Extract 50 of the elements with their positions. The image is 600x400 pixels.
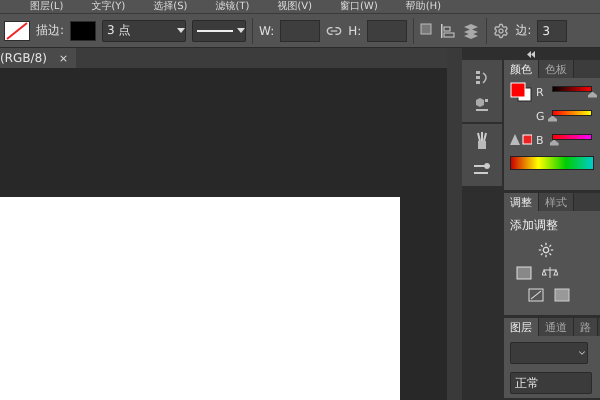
panel-tab[interactable]: 颜色 bbox=[504, 60, 539, 78]
blend-mode-dropdown[interactable]: 正常 bbox=[510, 372, 592, 394]
scale-icon[interactable] bbox=[542, 266, 558, 280]
tool-preset-swatch[interactable] bbox=[4, 20, 30, 40]
stroke-width-dropdown[interactable]: 3 点 bbox=[102, 20, 186, 42]
color-spectrum[interactable] bbox=[510, 156, 594, 170]
channel-slider[interactable] bbox=[550, 134, 594, 146]
caret-icon bbox=[237, 28, 246, 33]
width-label: W: bbox=[259, 24, 274, 38]
warning-icon bbox=[510, 134, 532, 146]
menu-item[interactable]: 图层(L) bbox=[30, 0, 64, 12]
collapse-icon[interactable] bbox=[526, 50, 536, 58]
panel-tab[interactable]: 样式 bbox=[539, 193, 574, 211]
stack-icon[interactable] bbox=[462, 22, 480, 38]
slider-thumb[interactable] bbox=[548, 116, 557, 122]
menu-item[interactable]: 帮助(H) bbox=[406, 0, 442, 12]
align-icon[interactable] bbox=[440, 22, 456, 38]
panel-title: 添加调整 bbox=[510, 217, 559, 234]
menu-item[interactable]: 窗口(W) bbox=[340, 0, 378, 12]
width-field[interactable] bbox=[280, 20, 320, 42]
panel-tab[interactable]: 通道 bbox=[539, 318, 574, 336]
panel-tab[interactable]: 图层 bbox=[504, 318, 539, 336]
channel-label: B bbox=[536, 134, 545, 146]
curve-icon[interactable] bbox=[528, 288, 544, 302]
channel-label: R bbox=[536, 86, 545, 98]
stroke-label: 描边: bbox=[36, 22, 64, 39]
menu-item[interactable]: 滤镜(T) bbox=[215, 0, 250, 12]
line-icon bbox=[197, 30, 234, 32]
caret-icon bbox=[177, 28, 186, 33]
channel-slider[interactable] bbox=[550, 110, 594, 122]
channel-slider[interactable] bbox=[550, 86, 594, 98]
edge-label: 边: bbox=[515, 22, 532, 39]
edge-field[interactable]: 3 bbox=[537, 20, 568, 42]
document-tab[interactable]: (RGB/8) × bbox=[0, 48, 76, 68]
height-label: H: bbox=[348, 24, 362, 38]
settings-icon[interactable] bbox=[493, 22, 510, 38]
stroke-color-swatch[interactable] bbox=[70, 20, 96, 40]
panel-tab[interactable]: 调整 bbox=[504, 193, 539, 211]
height-field[interactable] bbox=[367, 20, 408, 42]
foreground-swatch-drawing[interactable] bbox=[510, 82, 532, 102]
stroke-style-dropdown[interactable] bbox=[192, 20, 246, 42]
close-button[interactable]: × bbox=[58, 52, 68, 64]
menu-item[interactable]: 选择(S) bbox=[153, 0, 188, 12]
menu-item[interactable]: 视图(V) bbox=[277, 0, 312, 12]
slider-thumb[interactable] bbox=[588, 92, 597, 98]
menu-item[interactable]: 文字(Y) bbox=[91, 0, 126, 12]
channel-label: G bbox=[536, 110, 546, 122]
panel-tab[interactable]: 路 bbox=[574, 318, 598, 336]
panel-tab[interactable]: 色板 bbox=[539, 60, 574, 78]
brightness-icon[interactable] bbox=[538, 242, 554, 258]
